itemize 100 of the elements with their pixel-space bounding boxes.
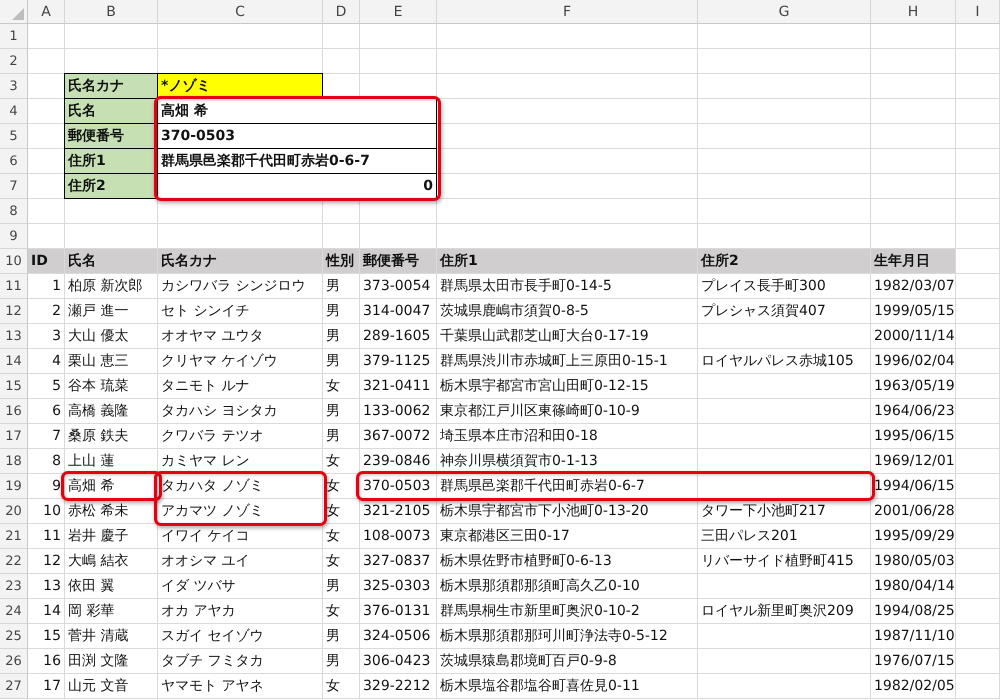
table-cell: スガイ セイゾウ (158, 624, 323, 649)
table-cell: プレシャス須賀407 (698, 299, 871, 324)
table-cell: 367-0072 (360, 424, 437, 449)
table-cell: 男 (323, 649, 360, 674)
table-cell: 岡 彩華 (65, 599, 158, 624)
row-number[interactable]: 6 (0, 149, 28, 174)
table-cell: 6 (28, 399, 65, 424)
row-number[interactable]: 7 (0, 174, 28, 199)
table-cell: 1994/06/15 (871, 474, 956, 499)
table-cell: 4 (28, 349, 65, 374)
table-cell: 325-0303 (360, 574, 437, 599)
table-cell: クワバラ テツオ (158, 424, 323, 449)
table-cell: 289-1605 (360, 324, 437, 349)
table-cell: 7 (28, 424, 65, 449)
row-number[interactable]: 25 (0, 624, 28, 649)
table-cell: 1980/04/14 (871, 574, 956, 599)
header-cell: ID (28, 249, 65, 274)
row-number[interactable]: 9 (0, 224, 28, 249)
table-cell: タワー下小池町217 (698, 499, 871, 524)
table-cell: 2001/06/28 (871, 499, 956, 524)
table-cell: 1964/06/23 (871, 399, 956, 424)
table-cell: クリヤマ ケイゾウ (158, 349, 323, 374)
row-number[interactable]: 16 (0, 399, 28, 424)
table-cell: 茨城県鹿嶋市須賀0-8-5 (437, 299, 698, 324)
row-number[interactable]: 27 (0, 674, 28, 699)
row-number[interactable]: 8 (0, 199, 28, 224)
table-cell: 321-0411 (360, 374, 437, 399)
table-cell: セト シンイチ (158, 299, 323, 324)
table-cell: 13 (28, 574, 65, 599)
table-cell: 108-0073 (360, 524, 437, 549)
header-cell: 性別 (323, 249, 360, 274)
column-header[interactable]: D (323, 0, 360, 24)
table-cell: 1995/06/15 (871, 424, 956, 449)
table-cell: 17 (28, 674, 65, 699)
table-cell: ロイヤル新里町奥沢209 (698, 599, 871, 624)
row-number[interactable]: 5 (0, 124, 28, 149)
row-number[interactable]: 19 (0, 474, 28, 499)
row-number[interactable]: 11 (0, 274, 28, 299)
table-cell: 2 (28, 299, 65, 324)
column-header[interactable]: C (158, 0, 323, 24)
table-cell: 1982/03/07 (871, 274, 956, 299)
table-cell: 1995/09/29 (871, 524, 956, 549)
table-cell: 依田 翼 (65, 574, 158, 599)
row-number[interactable]: 12 (0, 299, 28, 324)
row-number[interactable]: 13 (0, 324, 28, 349)
row-number[interactable]: 23 (0, 574, 28, 599)
table-cell: 男 (323, 424, 360, 449)
row-number[interactable]: 17 (0, 424, 28, 449)
table-cell: 女 (323, 374, 360, 399)
row-number[interactable]: 3 (0, 74, 28, 99)
row-number[interactable]: 14 (0, 349, 28, 374)
table-cell: 女 (323, 549, 360, 574)
table-cell: 山元 文音 (65, 674, 158, 699)
column-header[interactable]: I (956, 0, 1000, 24)
table-cell: 12 (28, 549, 65, 574)
row-number[interactable]: 2 (0, 49, 28, 74)
column-header[interactable]: G (698, 0, 871, 24)
table-cell: オカ アヤカ (158, 599, 323, 624)
column-header[interactable]: H (871, 0, 956, 24)
column-header[interactable]: A (28, 0, 65, 24)
column-header[interactable]: B (65, 0, 158, 24)
row-number[interactable]: 26 (0, 649, 28, 674)
table-cell: カシワバラ シンジロウ (158, 274, 323, 299)
row-number[interactable]: 10 (0, 249, 28, 274)
row-number[interactable]: 15 (0, 374, 28, 399)
row-number[interactable]: 4 (0, 99, 28, 124)
row-number[interactable]: 24 (0, 599, 28, 624)
table-cell: ヤマモト アヤネ (158, 674, 323, 699)
table-cell: 1980/05/03 (871, 549, 956, 574)
table-cell: 群馬県太田市長手町0-14-5 (437, 274, 698, 299)
table-cell: 岩井 慶子 (65, 524, 158, 549)
table-cell: 埼玉県本庄市沼和田0-18 (437, 424, 698, 449)
row-number[interactable]: 21 (0, 524, 28, 549)
row-number[interactable]: 22 (0, 549, 28, 574)
table-cell: 栃木県佐野市植野町0-6-13 (437, 549, 698, 574)
column-header[interactable]: E (360, 0, 437, 24)
table-cell: 栃木県那須郡那須町高久乙0-10 (437, 574, 698, 599)
table-cell: 瀬戸 進一 (65, 299, 158, 324)
table-cell: 女 (323, 524, 360, 549)
row-number[interactable]: 18 (0, 449, 28, 474)
row-number[interactable]: 20 (0, 499, 28, 524)
table-cell: 女 (323, 674, 360, 699)
column-header[interactable]: F (437, 0, 698, 24)
header-cell: 氏名 (65, 249, 158, 274)
row-number[interactable]: 1 (0, 24, 28, 49)
field-label: 氏名 (64, 98, 158, 124)
table-cell: 男 (323, 399, 360, 424)
table-cell: 東京都江戸川区東篠崎町0-10-9 (437, 399, 698, 424)
table-cell: 栗山 恵三 (65, 349, 158, 374)
table-cell: プレイス長手町300 (698, 274, 871, 299)
table-cell: 5 (28, 374, 65, 399)
table-cell: 321-2105 (360, 499, 437, 524)
table-cell: 栃木県宇都宮市宮山田町0-12-15 (437, 374, 698, 399)
table-cell: 373-0054 (360, 274, 437, 299)
table-cell: 314-0047 (360, 299, 437, 324)
table-cell: 男 (323, 324, 360, 349)
header-cell: 生年月日 (871, 249, 956, 274)
table-cell: 379-1125 (360, 349, 437, 374)
select-all-icon[interactable] (12, 8, 24, 20)
table-cell: 306-0423 (360, 649, 437, 674)
